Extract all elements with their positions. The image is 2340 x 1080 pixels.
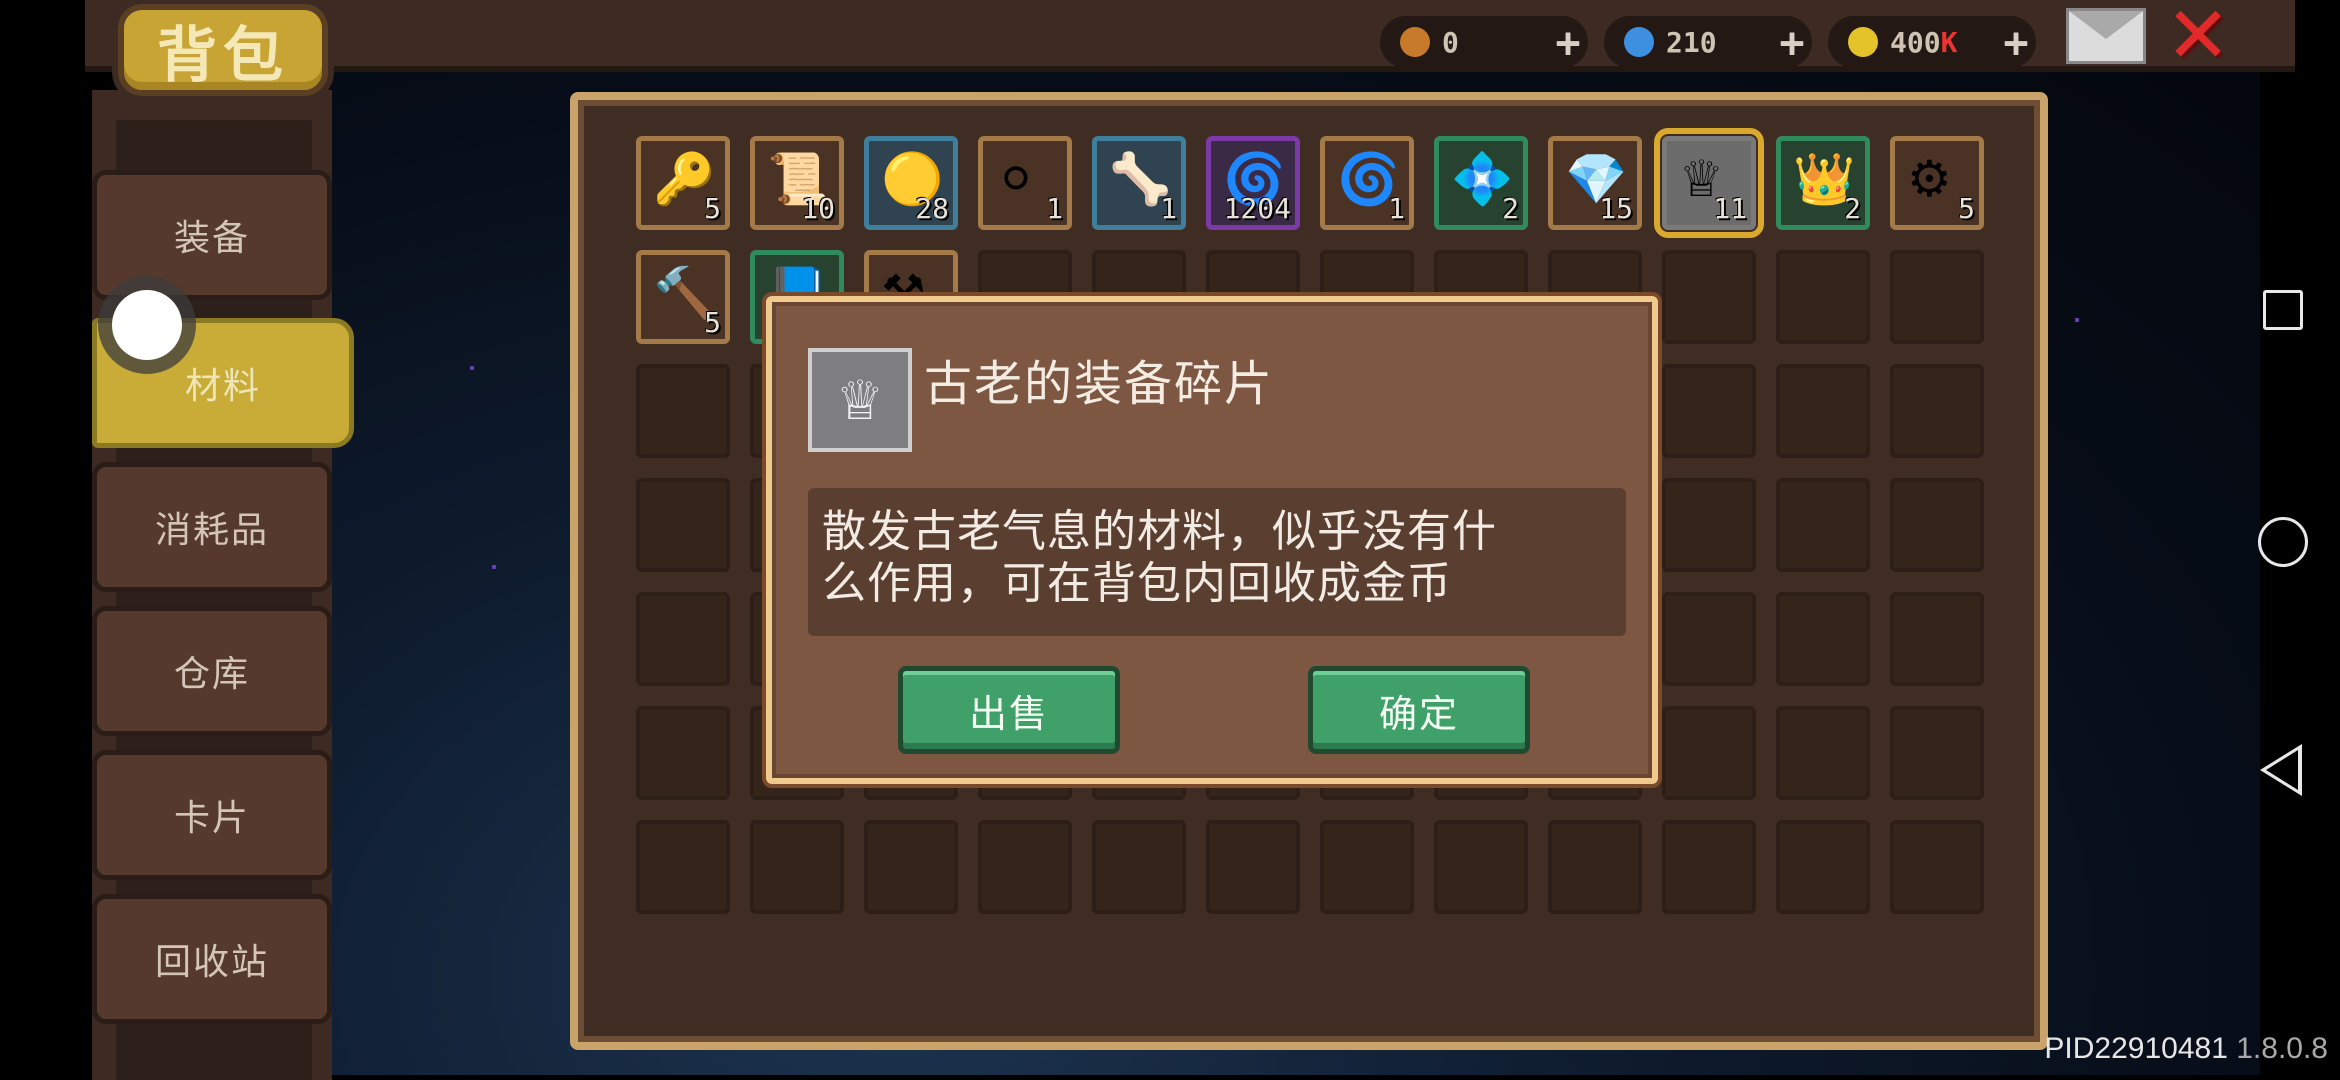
empty-slot[interactable] — [1776, 592, 1870, 686]
empty-slot[interactable] — [636, 364, 730, 458]
recent-apps-button[interactable] — [2263, 290, 2303, 330]
empty-slot[interactable] — [864, 820, 958, 914]
empty-slot[interactable] — [1548, 820, 1642, 914]
empty-slot[interactable] — [1776, 478, 1870, 572]
item-description-line: 么作用，可在背包内回收成金币 — [822, 558, 1452, 609]
item-quantity: 1 — [1388, 192, 1405, 225]
item-quantity: 1204 — [1223, 192, 1291, 225]
item-quantity: 11 — [1713, 192, 1747, 225]
empty-slot[interactable] — [1662, 592, 1756, 686]
empty-slot[interactable] — [1890, 592, 1984, 686]
empty-slot[interactable] — [750, 820, 844, 914]
empty-slot[interactable] — [1662, 820, 1756, 914]
potion-count: 0 — [1442, 25, 1459, 59]
back-button[interactable] — [2260, 744, 2302, 796]
empty-slot[interactable] — [636, 592, 730, 686]
item-quantity: 5 — [704, 192, 721, 225]
item-detail-dialog: ♕ 古老的装备碎片 散发古老气息的材料，似乎没有什 么作用，可在背包内回收成金币… — [766, 296, 1658, 784]
potion-currency: 0 + — [1380, 16, 1588, 68]
item-description-line: 散发古老气息的材料，似乎没有什 — [822, 506, 1497, 557]
gem-count: 210 — [1666, 25, 1717, 59]
empty-slot[interactable] — [1662, 706, 1756, 800]
empty-slot[interactable] — [1776, 706, 1870, 800]
player-id: PID22910481 — [2044, 1032, 2228, 1065]
tab-warehouse[interactable]: 仓库 — [92, 606, 332, 736]
item-description: 散发古老气息的材料，似乎没有什 么作用，可在背包内回收成金币 — [808, 488, 1626, 636]
item-quantity: 15 — [1599, 192, 1633, 225]
coin-count: 400 — [1890, 25, 1941, 59]
inventory-slot[interactable]: 🟡 28 — [864, 136, 958, 230]
inventory-slot[interactable]: ♕ 11 — [1654, 128, 1764, 238]
inventory-slot[interactable]: 👑 2 — [1776, 136, 1870, 230]
empty-slot[interactable] — [1206, 820, 1300, 914]
coin-currency: 400K + — [1828, 16, 2036, 68]
home-button[interactable] — [2258, 517, 2308, 567]
version-number: 1.8.0.8 — [2236, 1032, 2328, 1065]
empty-slot[interactable] — [1890, 250, 1984, 344]
star-decoration — [470, 366, 474, 370]
inventory-slot[interactable]: 🌀 1204 — [1206, 136, 1300, 230]
tab-consumables[interactable]: 消耗品 — [92, 462, 332, 592]
empty-slot[interactable] — [1776, 250, 1870, 344]
empty-slot[interactable] — [1776, 364, 1870, 458]
empty-slot[interactable] — [1776, 820, 1870, 914]
empty-slot[interactable] — [1662, 478, 1756, 572]
empty-slot[interactable] — [1890, 364, 1984, 458]
tab-equipment[interactable]: 装备 — [92, 170, 332, 300]
mail-icon[interactable] — [2066, 8, 2146, 64]
coin-icon — [1848, 27, 1878, 57]
inventory-slot[interactable]: 💎 15 — [1548, 136, 1642, 230]
item-quantity: 1 — [1046, 192, 1063, 225]
empty-slot[interactable] — [978, 820, 1072, 914]
sell-button[interactable]: 出售 — [898, 666, 1120, 754]
ancient-fragment-icon: ♕ — [808, 348, 912, 452]
flower-gear-icon: ⚙ — [1907, 150, 1952, 208]
item-quantity: 5 — [1958, 192, 1975, 225]
empty-slot[interactable] — [636, 820, 730, 914]
empty-slot[interactable] — [1092, 820, 1186, 914]
inventory-slot[interactable]: ⚙ 5 — [1890, 136, 1984, 230]
item-quantity: 10 — [801, 192, 835, 225]
gem-currency: 210 + — [1604, 16, 1812, 68]
page-title: 背包 — [118, 4, 328, 96]
item-quantity: 1 — [1160, 192, 1177, 225]
inventory-slot[interactable]: 🔨 5 — [636, 250, 730, 344]
item-quantity: 28 — [915, 192, 949, 225]
inventory-slot[interactable]: ⚪ 1 — [978, 136, 1072, 230]
touch-indicator — [112, 290, 182, 360]
empty-slot[interactable] — [1320, 820, 1414, 914]
tab-recycle-bin[interactable]: 回收站 — [92, 894, 332, 1024]
inventory-slot[interactable]: 💠 2 — [1434, 136, 1528, 230]
add-potion-button[interactable]: + — [1548, 18, 1588, 67]
inventory-slot[interactable]: 🦴 1 — [1092, 136, 1186, 230]
empty-slot[interactable] — [1890, 820, 1984, 914]
empty-slot[interactable] — [1662, 364, 1756, 458]
tab-cards[interactable]: 卡片 — [92, 750, 332, 880]
item-name: 古老的装备碎片 — [924, 356, 1275, 412]
orb-icon: ⚪ — [995, 150, 1037, 208]
empty-slot[interactable] — [636, 478, 730, 572]
item-quantity: 2 — [1844, 192, 1861, 225]
item-quantity: 2 — [1502, 192, 1519, 225]
empty-slot[interactable] — [1890, 478, 1984, 572]
add-coin-button[interactable]: + — [1996, 18, 2036, 67]
star-decoration — [492, 565, 496, 569]
potion-icon — [1400, 27, 1430, 57]
empty-slot[interactable] — [1890, 706, 1984, 800]
close-button[interactable]: ✕ — [2164, 0, 2232, 75]
coin-suffix: K — [1940, 25, 1958, 59]
star-decoration — [2075, 318, 2079, 322]
empty-slot[interactable] — [1662, 250, 1756, 344]
add-gem-button[interactable]: + — [1772, 18, 1812, 67]
inventory-slot[interactable]: 🔑 5 — [636, 136, 730, 230]
inventory-slot[interactable]: 📜 10 — [750, 136, 844, 230]
empty-slot[interactable] — [1434, 820, 1528, 914]
confirm-button[interactable]: 确定 — [1308, 666, 1530, 754]
gem-icon — [1624, 27, 1654, 57]
item-quantity: 5 — [704, 306, 721, 339]
player-id-version: PID22910481 1.8.0.8 — [2044, 1032, 2328, 1066]
empty-slot[interactable] — [636, 706, 730, 800]
inventory-slot[interactable]: 🌀 1 — [1320, 136, 1414, 230]
